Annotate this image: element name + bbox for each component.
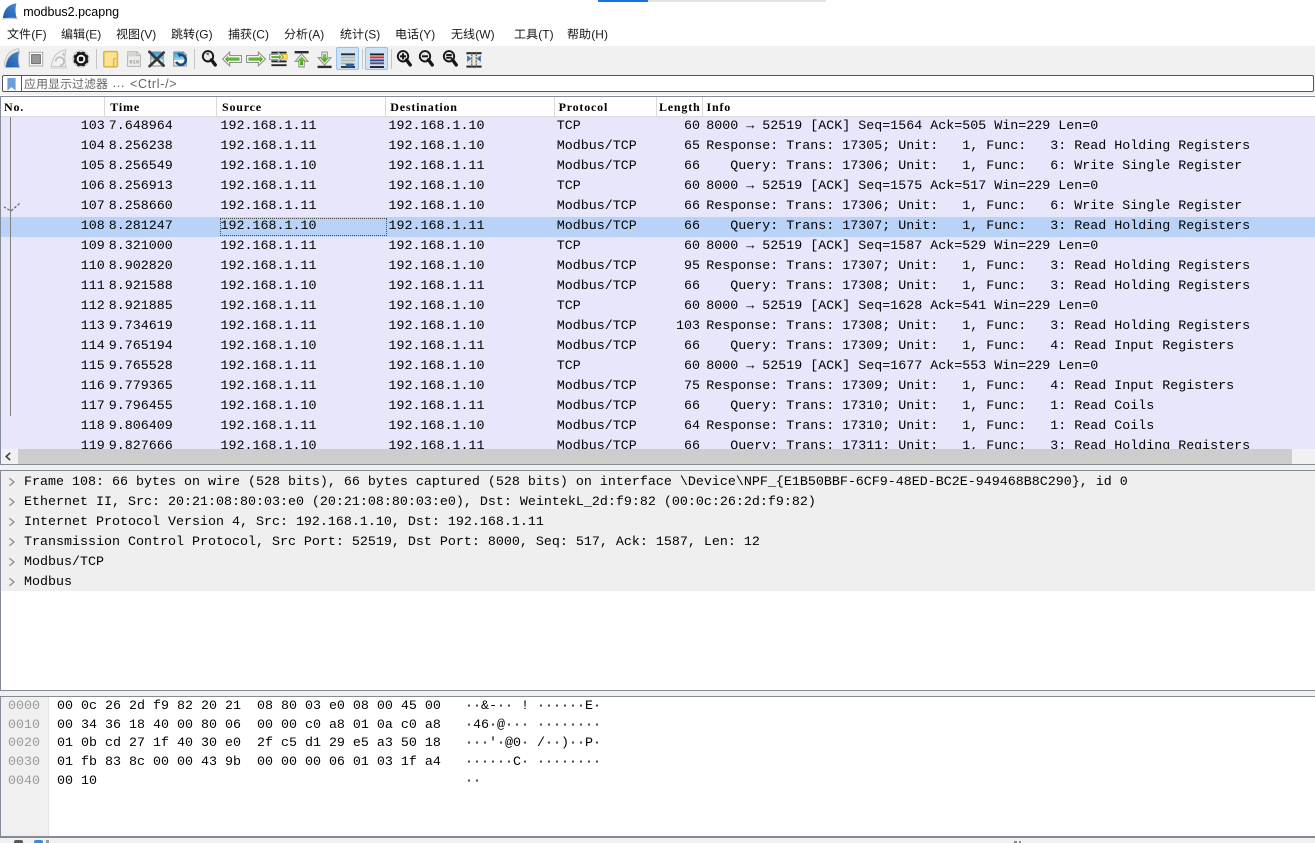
svg-text:(Y): (Y) xyxy=(419,27,435,41)
svg-text:010: 010 xyxy=(129,59,140,66)
svg-text:(V): (V) xyxy=(140,27,156,41)
svg-text:(E): (E) xyxy=(85,27,101,41)
svg-text:(C): (C) xyxy=(252,27,269,41)
svg-text:…: … xyxy=(112,75,125,90)
svg-text:(F): (F) xyxy=(31,27,46,41)
svg-text:(S): (S) xyxy=(364,27,380,41)
svg-text:(G): (G) xyxy=(195,27,212,41)
svg-text:(A): (A) xyxy=(308,27,324,41)
svg-text:(H): (H) xyxy=(591,27,608,41)
svg-text:(W): (W) xyxy=(475,27,494,41)
svg-text:<Ctrl-/>: <Ctrl-/> xyxy=(130,77,177,91)
svg-text:(T): (T) xyxy=(538,27,553,41)
